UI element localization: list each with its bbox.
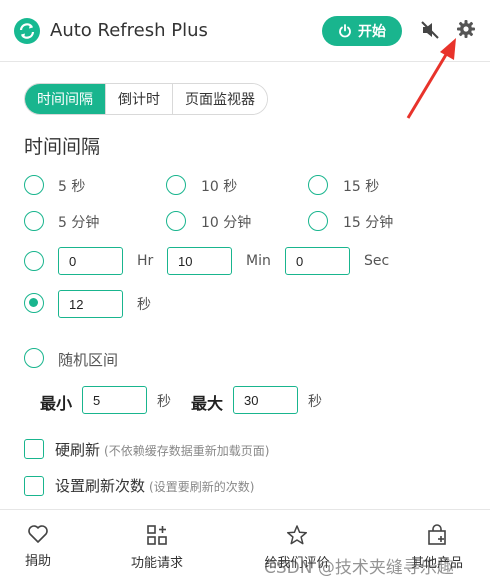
- section-title: 时间间隔: [24, 136, 101, 158]
- option-label: 15 分钟: [343, 215, 394, 231]
- power-icon: [339, 24, 351, 38]
- minutes-label: Min: [246, 253, 271, 269]
- random-max-input[interactable]: 30: [233, 386, 298, 414]
- min-unit: 秒: [157, 394, 171, 410]
- option-label: 10 分钟: [201, 215, 252, 231]
- tab-page-monitor[interactable]: 页面监视器: [172, 84, 267, 114]
- start-button-label: 开始: [358, 24, 386, 40]
- radio-10-minutes[interactable]: [166, 211, 186, 231]
- option-label: 5 秒: [58, 179, 86, 195]
- option-label: 5 分钟: [58, 215, 100, 231]
- radio-5-minutes[interactable]: [24, 211, 44, 231]
- hard-refresh-label: 硬刷新: [55, 441, 101, 459]
- star-icon: [286, 525, 308, 545]
- donate-button[interactable]: 捐助: [0, 524, 93, 569]
- heart-icon: [28, 525, 48, 543]
- seconds-label: Sec: [364, 253, 390, 269]
- radio-custom-seconds[interactable]: [24, 293, 44, 313]
- refresh-count-hint: (设置要刷新的次数): [149, 480, 255, 494]
- radio-15-minutes[interactable]: [308, 211, 328, 231]
- max-unit: 秒: [308, 394, 322, 410]
- minutes-input[interactable]: 10: [167, 247, 232, 275]
- app-title: Auto Refresh Plus: [50, 20, 208, 41]
- radio-random-range[interactable]: [24, 348, 44, 368]
- random-range-label: 随机区间: [58, 351, 119, 369]
- hard-refresh-option: 硬刷新 (不依赖缓存数据重新加载页面): [55, 439, 269, 460]
- hard-refresh-checkbox[interactable]: [24, 439, 44, 459]
- random-min-input[interactable]: 5: [82, 386, 147, 414]
- red-arrow-annotation: [406, 38, 456, 119]
- hard-refresh-hint: (不依赖缓存数据重新加载页面): [104, 444, 270, 458]
- feature-request-label: 功能请求: [130, 556, 183, 571]
- refresh-count-label: 设置刷新次数: [55, 477, 146, 495]
- refresh-logo-icon: [14, 18, 40, 44]
- max-label: 最大: [191, 394, 224, 413]
- hours-input[interactable]: 0: [58, 247, 123, 275]
- custom-seconds-input[interactable]: 12: [58, 290, 123, 318]
- mode-tabs: 时间间隔 倒计时 页面监视器: [24, 83, 268, 115]
- radio-5-seconds[interactable]: [24, 175, 44, 195]
- refresh-count-option: 设置刷新次数 (设置要刷新的次数): [55, 475, 254, 496]
- min-label: 最小: [40, 394, 73, 413]
- feature-request-button[interactable]: 功能请求: [102, 524, 212, 571]
- tab-interval[interactable]: 时间间隔: [25, 84, 105, 114]
- radio-custom-time[interactable]: [24, 251, 44, 271]
- hours-label: Hr: [137, 253, 154, 269]
- seconds-input[interactable]: 0: [285, 247, 350, 275]
- donate-label: 捐助: [24, 554, 51, 569]
- tab-countdown[interactable]: 倒计时: [105, 84, 172, 114]
- apps-add-icon: [147, 525, 167, 545]
- option-label: 10 秒: [201, 179, 238, 195]
- refresh-count-checkbox[interactable]: [24, 476, 44, 496]
- option-label: 15 秒: [343, 179, 380, 195]
- shopping-bag-icon: [428, 524, 446, 545]
- watermark: CSDN @技术夹缝寻乐趣: [264, 558, 454, 578]
- custom-seconds-unit: 秒: [137, 297, 151, 313]
- radio-10-seconds[interactable]: [166, 175, 186, 195]
- start-button[interactable]: 开始: [322, 16, 402, 46]
- radio-15-seconds[interactable]: [308, 175, 328, 195]
